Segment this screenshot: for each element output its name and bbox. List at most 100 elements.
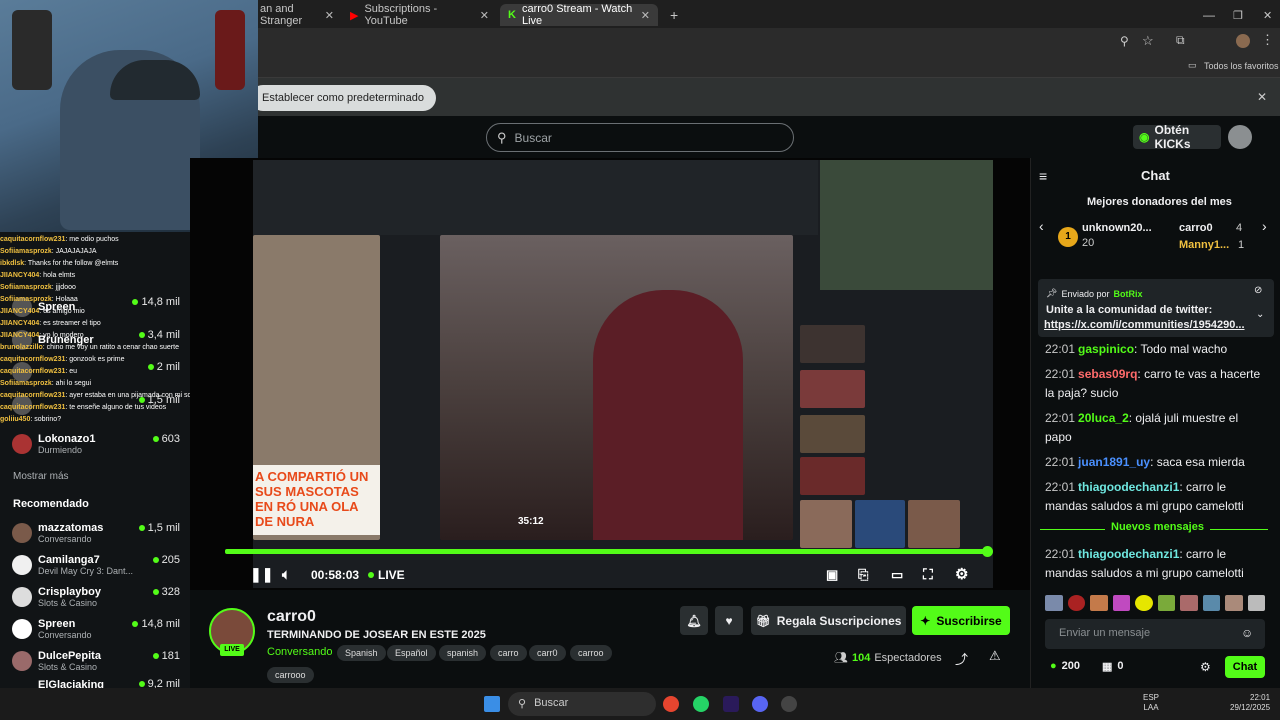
emote-icon[interactable]	[1045, 595, 1063, 611]
chrome-icon[interactable]	[663, 696, 679, 712]
collapse-chat-icon[interactable]: ≡	[1039, 168, 1047, 184]
taskbar-search[interactable]: ⚲ Buscar	[508, 692, 656, 716]
extensions-icon[interactable]: ⧉	[1176, 33, 1185, 48]
channel-category: Slots & Casino	[38, 597, 98, 608]
sidebar-item-dulcepepita[interactable]: DulcePepita Slots & Casino 181	[12, 646, 180, 676]
minimize-icon[interactable]: —	[1195, 4, 1223, 26]
user-avatar[interactable]	[1228, 125, 1252, 149]
video-thumb	[800, 500, 852, 548]
gifts-count[interactable]: ▦ 0	[1102, 660, 1124, 673]
emote-icon[interactable]	[1202, 595, 1220, 611]
close-icon[interactable]: ✕	[641, 9, 650, 22]
pinned-link[interactable]: https://x.com/i/communities/1954290...	[1044, 319, 1245, 331]
emote-icon[interactable]	[1180, 595, 1198, 611]
tag[interactable]: carrooo	[267, 667, 314, 683]
progress-bar[interactable]	[225, 549, 989, 554]
settings-gear-icon[interactable]: ⚙	[955, 565, 968, 583]
channel-name: Lokonazo1	[38, 432, 96, 445]
emote-bar[interactable]	[1045, 595, 1265, 611]
get-kicks-button[interactable]: ◉ Obtén KICKs	[1133, 123, 1221, 151]
emote-icon[interactable]	[1090, 595, 1108, 611]
gift-subs-button[interactable]: 🎁︎ Regala Suscripciones	[751, 606, 906, 635]
emote-icon[interactable]	[1112, 595, 1130, 611]
stream-category[interactable]: Conversando	[267, 646, 332, 658]
channel-points[interactable]: ● 200	[1050, 660, 1080, 672]
whatsapp-icon[interactable]	[693, 696, 709, 712]
tag[interactable]: carroo	[570, 645, 612, 661]
close-icon[interactable]: ✕	[480, 9, 489, 22]
chevron-down-icon[interactable]: ⌄	[1256, 309, 1264, 320]
windows-start-icon[interactable]	[484, 696, 500, 712]
avatar	[12, 523, 32, 543]
chat-message[interactable]: 22:01 juan1891_uy: saca esa mierda	[1045, 453, 1265, 472]
send-chat-button[interactable]: Chat	[1225, 656, 1265, 678]
sidebar-item-spreen[interactable]: Spreen Conversando 14,8 mil	[12, 614, 180, 644]
overlay-chat-line: JIIANCY404: es amigo mio	[0, 308, 85, 315]
tag[interactable]: carr0	[529, 645, 566, 661]
sidebar-item-lokonazo1[interactable]: Lokonazo1 Durmiendo 603	[12, 429, 180, 459]
report-icon[interactable]: ⚠	[989, 648, 1001, 664]
emote-icon[interactable]	[1135, 595, 1153, 611]
chat-settings-icon[interactable]: ⚙	[1200, 660, 1211, 674]
window-close-icon[interactable]: ✕	[1255, 4, 1280, 26]
overlay-chat-line: Sofiiamasprozk: JAJAJAJAJA	[0, 248, 97, 255]
pause-icon[interactable]: ❚❚	[250, 566, 273, 583]
overlay-chat-line: caquitacornflow231: me odio puchos	[0, 236, 119, 243]
chat-message[interactable]: 22:01 thiagoodechanzi1: carro le mandas s…	[1045, 478, 1265, 516]
emote-icon[interactable]	[1067, 595, 1085, 611]
tag[interactable]: Español	[387, 645, 436, 661]
subscribe-button[interactable]: ✦ Suscribirse	[912, 606, 1010, 635]
all-bookmarks-link[interactable]: Todos los favoritos	[1204, 61, 1279, 71]
channel-name[interactable]: carro0	[267, 608, 316, 626]
star-icon[interactable]: ☆	[1142, 33, 1154, 49]
bell-icon[interactable]: 🔔︎	[680, 606, 708, 635]
clip-icon[interactable]: ⎘	[858, 567, 868, 583]
show-more-link[interactable]: Mostrar más	[13, 471, 69, 482]
profile-icon[interactable]	[1236, 34, 1250, 48]
overlay-chat-line: caquitacornflow231: eu	[0, 368, 78, 375]
channel-name: Camilanga7	[38, 553, 100, 566]
close-icon[interactable]: ✕	[325, 9, 334, 22]
tag[interactable]: carro	[490, 645, 527, 661]
sidebar-item-crisplayboy[interactable]: Crisplayboy Slots & Casino 328	[12, 582, 180, 612]
chevron-right-icon[interactable]: ›	[1262, 218, 1267, 234]
stream-title: TERMINANDO DE JOSEAR EN ESTE 2025	[267, 629, 486, 641]
new-tab-button[interactable]: +	[662, 4, 686, 26]
emote-icon[interactable]	[1157, 595, 1175, 611]
progress-handle[interactable]	[982, 546, 993, 557]
emote-icon[interactable]	[1225, 595, 1243, 611]
tab-kick[interactable]: Kcarro0 Stream - Watch Live ✕	[500, 3, 658, 27]
clock[interactable]: 22:01 29/12/2025	[1230, 693, 1270, 713]
premiere-icon[interactable]	[723, 696, 739, 712]
volume-icon[interactable]: 🔈︎	[282, 566, 290, 583]
miniplayer-icon[interactable]: ▣	[826, 567, 838, 583]
search-input[interactable]: ⚲ Buscar	[486, 123, 794, 152]
emoji-icon[interactable]: ☺	[1241, 626, 1253, 640]
maximize-icon[interactable]: ❐	[1225, 4, 1251, 26]
chat-message[interactable]: 22:01 thiagoodechanzi1: carro le mandas s…	[1045, 545, 1265, 583]
unpin-icon[interactable]: ⊘	[1254, 285, 1262, 296]
close-icon[interactable]: ✕	[1257, 90, 1267, 104]
tag[interactable]: spanish	[439, 645, 487, 661]
discord-icon[interactable]	[752, 696, 768, 712]
chat-message[interactable]: 22:01 20luca_2: ojalá juli muestre el pap…	[1045, 409, 1265, 447]
heart-icon[interactable]: ♥	[715, 606, 743, 635]
chevron-left-icon[interactable]: ‹	[1039, 218, 1044, 234]
sidebar-item-camilanga7[interactable]: Camilanga7 Devil May Cry 3: Dant... 205	[12, 550, 180, 580]
set-default-button[interactable]: Establecer como predeterminado	[250, 85, 437, 111]
obs-icon[interactable]	[781, 696, 797, 712]
chat-input[interactable]: Enviar un mensaje	[1045, 619, 1265, 649]
zoom-icon[interactable]: ⚲	[1120, 34, 1129, 48]
chat-message[interactable]: 22:01 sebas09rq: carro te vas a hacerte l…	[1045, 365, 1265, 403]
sidebar-item-mazzatomas[interactable]: mazzatomas Conversando 1,5 mil	[12, 518, 180, 548]
menu-dots-icon[interactable]: ⋮	[1261, 32, 1274, 48]
language-indicator[interactable]: ESP LAA	[1143, 693, 1159, 713]
emote-icon[interactable]	[1247, 595, 1265, 611]
tab-youtube[interactable]: ▶ Subscriptions - YouTube ✕	[342, 3, 497, 27]
theater-icon[interactable]: ▭	[891, 567, 903, 583]
tag[interactable]: Spanish	[337, 645, 386, 661]
tab-stranger[interactable]: an and Stranger ✕	[252, 3, 342, 27]
chat-message[interactable]: 22:01 gaspinico: Todo mal wacho	[1045, 340, 1265, 359]
share-icon[interactable]: ⤴	[955, 649, 968, 668]
fullscreen-icon[interactable]: ⛶	[923, 566, 933, 583]
